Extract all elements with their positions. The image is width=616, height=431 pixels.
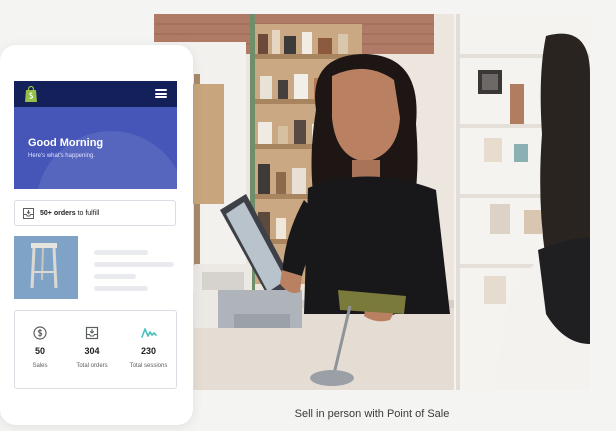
activity-wave-icon bbox=[141, 328, 157, 338]
stat-label: Total sessions bbox=[129, 363, 168, 369]
store-photo bbox=[154, 14, 590, 390]
stat-label: Sales bbox=[32, 363, 48, 369]
greeting-subtitle: Here's what's happening. bbox=[28, 153, 95, 159]
greeting-title: Good Morning bbox=[28, 137, 104, 149]
orders-to-fulfill-label: 50+ orders to fulfill bbox=[40, 209, 100, 217]
stat-value: 304 bbox=[84, 346, 100, 356]
stool-image bbox=[14, 236, 78, 299]
hamburger-menu-icon[interactable] bbox=[155, 89, 167, 98]
orders-tray-icon bbox=[85, 326, 99, 340]
phone-mockup: Good Morning Here's what's happening. 50… bbox=[0, 45, 193, 425]
stat-value: 50 bbox=[34, 346, 45, 356]
dollar-icon bbox=[33, 326, 47, 340]
stat-total-orders[interactable]: 304 Total orders bbox=[65, 311, 119, 388]
skeleton-line bbox=[94, 262, 174, 267]
stat-label: Total orders bbox=[76, 363, 108, 369]
stat-value: 230 bbox=[140, 346, 157, 356]
skeleton-line bbox=[94, 286, 148, 291]
shopify-bag-icon bbox=[25, 86, 37, 102]
stats-card: 50 Sales 304 Total orders 230 Total sess… bbox=[14, 310, 177, 389]
skeleton-line bbox=[94, 250, 148, 255]
orders-to-fulfill-card[interactable]: 50+ orders to fulfill bbox=[14, 200, 176, 226]
stat-total-sessions[interactable]: 230 Total sessions bbox=[119, 311, 178, 388]
product-image[interactable] bbox=[14, 236, 78, 299]
caption: Sell in person with Point of Sale bbox=[294, 408, 450, 420]
inbox-tray-icon bbox=[23, 207, 34, 219]
app-top-bar bbox=[14, 81, 177, 107]
app-header: Good Morning Here's what's happening. bbox=[14, 81, 177, 189]
stat-sales[interactable]: 50 Sales bbox=[15, 311, 65, 388]
skeleton-line bbox=[94, 274, 136, 279]
